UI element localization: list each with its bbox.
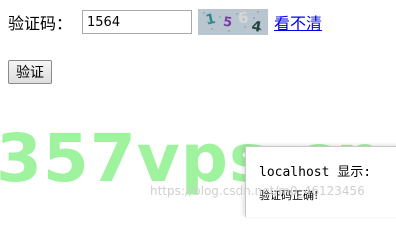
alert-title: localhost 显示: xyxy=(259,165,372,180)
captcha-row: 验证码： 1 5 6 4 看不清 xyxy=(8,8,322,36)
captcha-input[interactable] xyxy=(82,10,193,34)
verify-button[interactable]: 验证 xyxy=(8,60,52,84)
captcha-digit-3: 6 xyxy=(237,9,249,27)
captcha-label: 验证码： xyxy=(8,14,73,33)
refresh-captcha-link[interactable]: 看不清 xyxy=(274,10,322,34)
captcha-image[interactable]: 1 5 6 4 xyxy=(198,9,269,35)
watermark-blog: https://blog.csdn.net/m0_46123456 xyxy=(150,184,365,198)
alert-dialog: localhost 显示: 验证码正确! xyxy=(245,146,396,217)
